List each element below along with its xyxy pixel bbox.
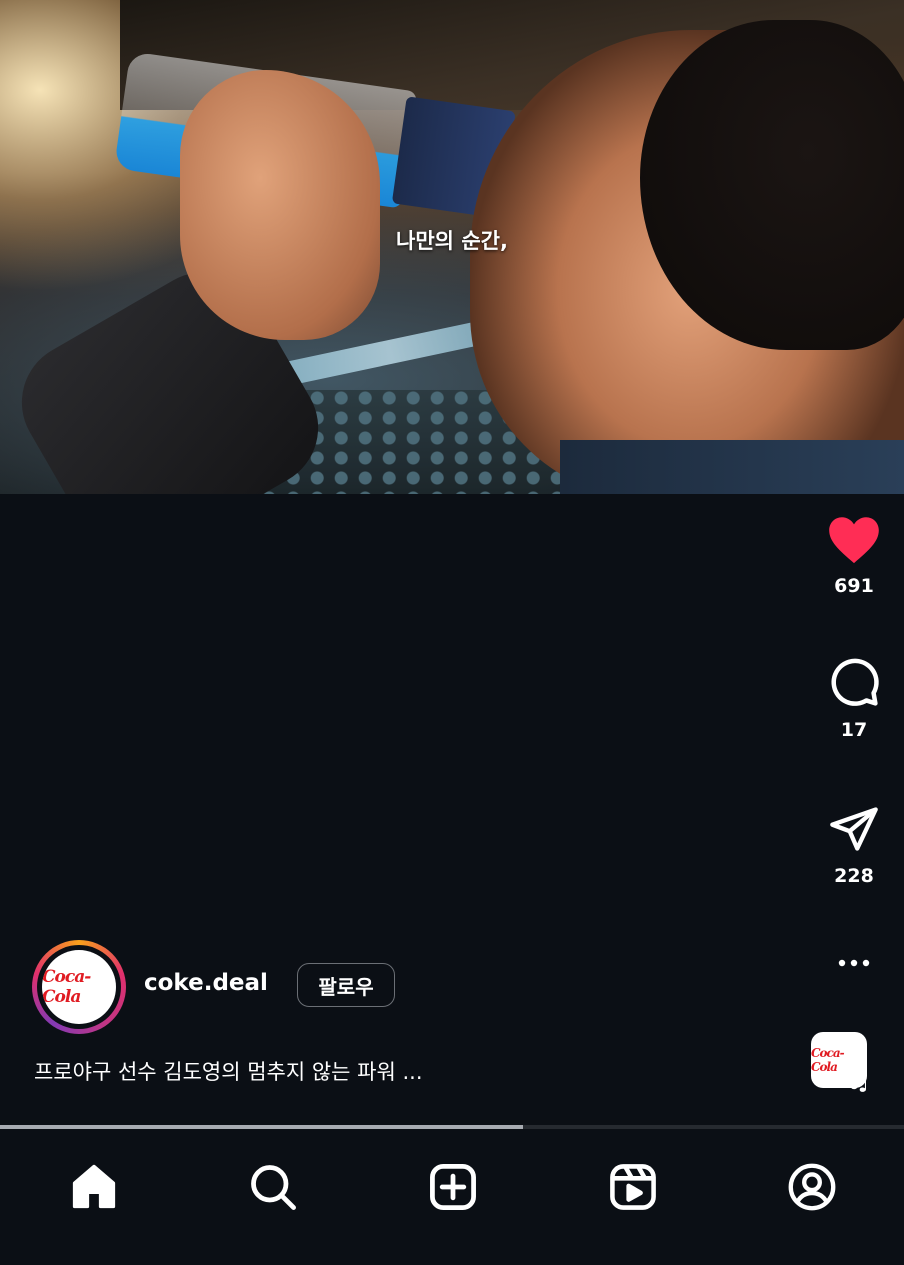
search-icon bbox=[251, 1165, 296, 1210]
nav-profile[interactable] bbox=[782, 1157, 842, 1217]
comment-icon bbox=[831, 658, 879, 706]
reel-caption[interactable]: 프로야구 선수 김도영의 멈추지 않는 파워 ... bbox=[34, 1056, 734, 1086]
music-note-icon: ♫ bbox=[846, 1063, 872, 1096]
video-subtitle: 나만의 순간, bbox=[396, 229, 508, 253]
nav-search[interactable] bbox=[243, 1157, 303, 1217]
author-row: Coca-Cola coke.deal 팔로우 bbox=[32, 940, 732, 1034]
nav-home[interactable] bbox=[64, 1157, 124, 1217]
athlete-hand bbox=[180, 70, 380, 340]
comment-button[interactable]: 17 bbox=[804, 655, 904, 741]
username[interactable]: coke.deal bbox=[144, 970, 268, 996]
nav-reels[interactable] bbox=[603, 1157, 663, 1217]
share-count: 228 bbox=[834, 865, 874, 887]
coca-cola-logo: Coca-Cola bbox=[42, 967, 91, 1007]
send-icon bbox=[830, 807, 878, 851]
more-dots-icon bbox=[838, 959, 870, 967]
comment-count: 17 bbox=[840, 719, 868, 741]
reels-icon bbox=[610, 1164, 656, 1210]
home-icon bbox=[72, 1164, 116, 1209]
bottom-nav bbox=[0, 1129, 904, 1265]
reel-video[interactable]: 나만의 순간, bbox=[0, 0, 904, 494]
share-button[interactable]: 228 bbox=[804, 803, 904, 887]
nav-create[interactable] bbox=[423, 1157, 483, 1217]
create-icon bbox=[430, 1164, 476, 1210]
more-options-button[interactable] bbox=[804, 953, 904, 973]
follow-button[interactable]: 팔로우 bbox=[297, 963, 395, 1007]
heart-filled-icon bbox=[829, 517, 879, 564]
like-count: 691 bbox=[834, 575, 874, 597]
like-button[interactable]: 691 bbox=[804, 513, 904, 597]
avatar: Coca-Cola bbox=[42, 950, 116, 1024]
story-ring[interactable]: Coca-Cola bbox=[32, 940, 126, 1034]
reels-screen: 나만의 순간, 691 17 228 Coca-Cola coke.deal 팔… bbox=[0, 0, 904, 1265]
athlete-collar bbox=[560, 440, 904, 494]
profile-icon bbox=[788, 1163, 836, 1211]
